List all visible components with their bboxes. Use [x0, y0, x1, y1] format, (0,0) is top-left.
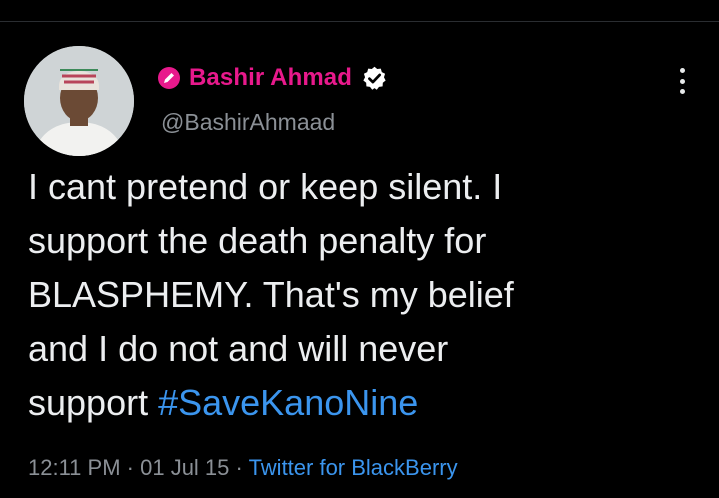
pen-icon: [158, 67, 180, 89]
tweet-text-line: BLASPHEMY. That's my belief: [28, 274, 514, 315]
author-display-name[interactable]: Bashir Ahmad: [189, 64, 352, 92]
author-row: Bashir Ahmad: [158, 62, 388, 94]
tweet-text-segment: support: [28, 382, 159, 423]
tweet-meta: 12:11 PM · 01 Jul 15 · Twitter for Black…: [28, 455, 458, 481]
verified-badge-icon: [363, 66, 386, 90]
more-vertical-icon[interactable]: [672, 68, 692, 94]
hashtag-link[interactable]: #SaveKanoNine: [158, 382, 418, 423]
tweet-text-line: I cant pretend or keep silent. I: [28, 166, 503, 207]
meta-separator: ·: [120, 455, 141, 480]
top-divider: [0, 21, 719, 22]
avatar[interactable]: [24, 46, 134, 156]
tweet-time[interactable]: 12:11 PM: [28, 455, 121, 480]
tweet-text-last-line: support #SaveKanoNine: [28, 376, 708, 430]
tweet-text-line: and I do not and will never: [28, 328, 449, 369]
tweet-text-line: support the death penalty for: [28, 220, 487, 261]
meta-separator: ·: [229, 455, 249, 480]
tweet-date[interactable]: 01 Jul 15: [140, 455, 229, 480]
author-handle[interactable]: @BashirAhmaad: [161, 109, 335, 136]
tweet-text: I cant pretend or keep silent. I support…: [28, 160, 708, 430]
tweet-source-link[interactable]: Twitter for BlackBerry: [249, 455, 458, 480]
